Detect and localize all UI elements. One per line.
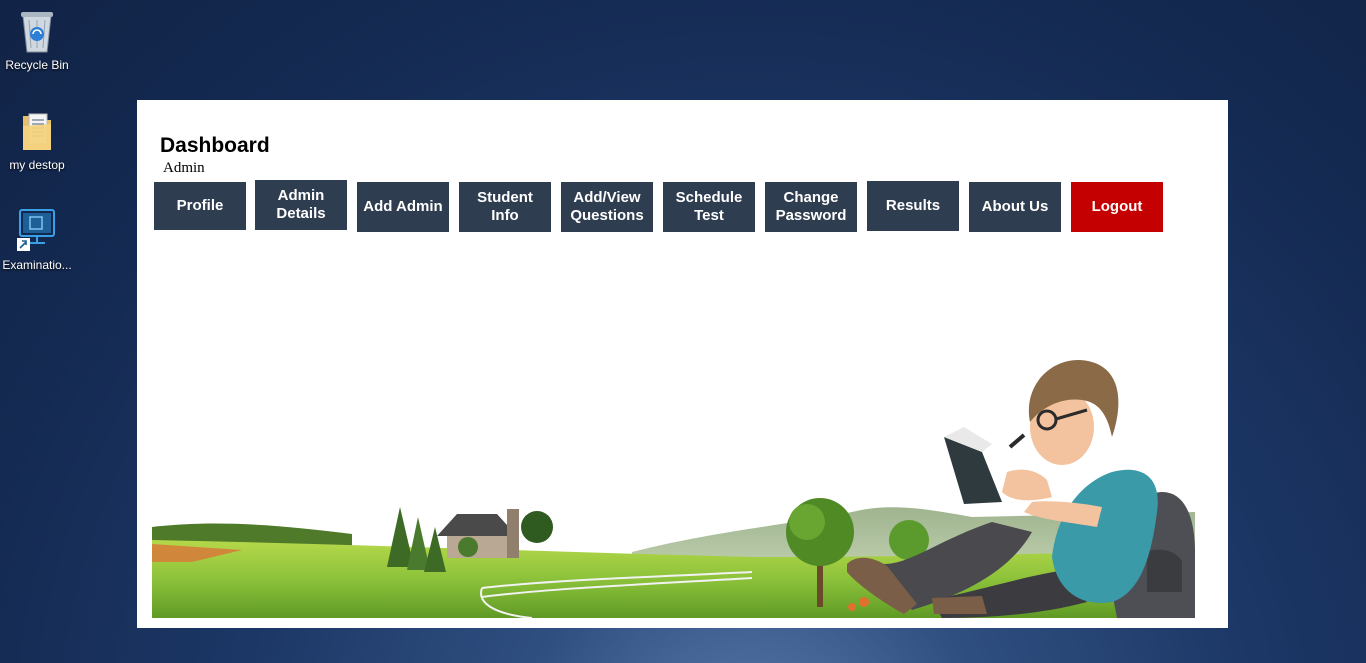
page-title: Dashboard (160, 134, 270, 157)
recycle-bin-icon (21, 12, 53, 53)
logout-button[interactable]: Logout (1071, 182, 1163, 232)
add-view-questions-button[interactable]: Add/View Questions (561, 182, 653, 232)
profile-button[interactable]: Profile (154, 182, 246, 230)
add-admin-button[interactable]: Add Admin (357, 182, 449, 232)
change-password-button[interactable]: Change Password (765, 182, 857, 232)
cottage-icon (437, 509, 519, 558)
folder-icon (23, 113, 51, 150)
desktop-icon-my-destop[interactable]: my destop (0, 108, 74, 172)
desktop-icon-label: Recycle Bin (5, 58, 69, 72)
user-role-label: Admin (163, 160, 205, 176)
application-shortcut-icon (17, 209, 55, 251)
desktop-icon-examination-shortcut[interactable]: Examinatio... (0, 208, 74, 272)
student-info-button[interactable]: Student Info (459, 182, 551, 232)
dashboard-window: Dashboard Admin Profile Admin Details Ad… (137, 100, 1228, 628)
desktop-icon-recycle-bin[interactable]: Recycle Bin (0, 8, 74, 72)
schedule-test-button[interactable]: Schedule Test (663, 182, 755, 232)
desktop-icon-label: Examinatio... (2, 258, 72, 272)
results-button[interactable]: Results (867, 181, 959, 231)
admin-details-button[interactable]: Admin Details (255, 180, 347, 230)
student-landscape-illustration (152, 360, 1195, 618)
about-us-button[interactable]: About Us (969, 182, 1061, 232)
desktop-icon-label: my destop (9, 158, 65, 172)
